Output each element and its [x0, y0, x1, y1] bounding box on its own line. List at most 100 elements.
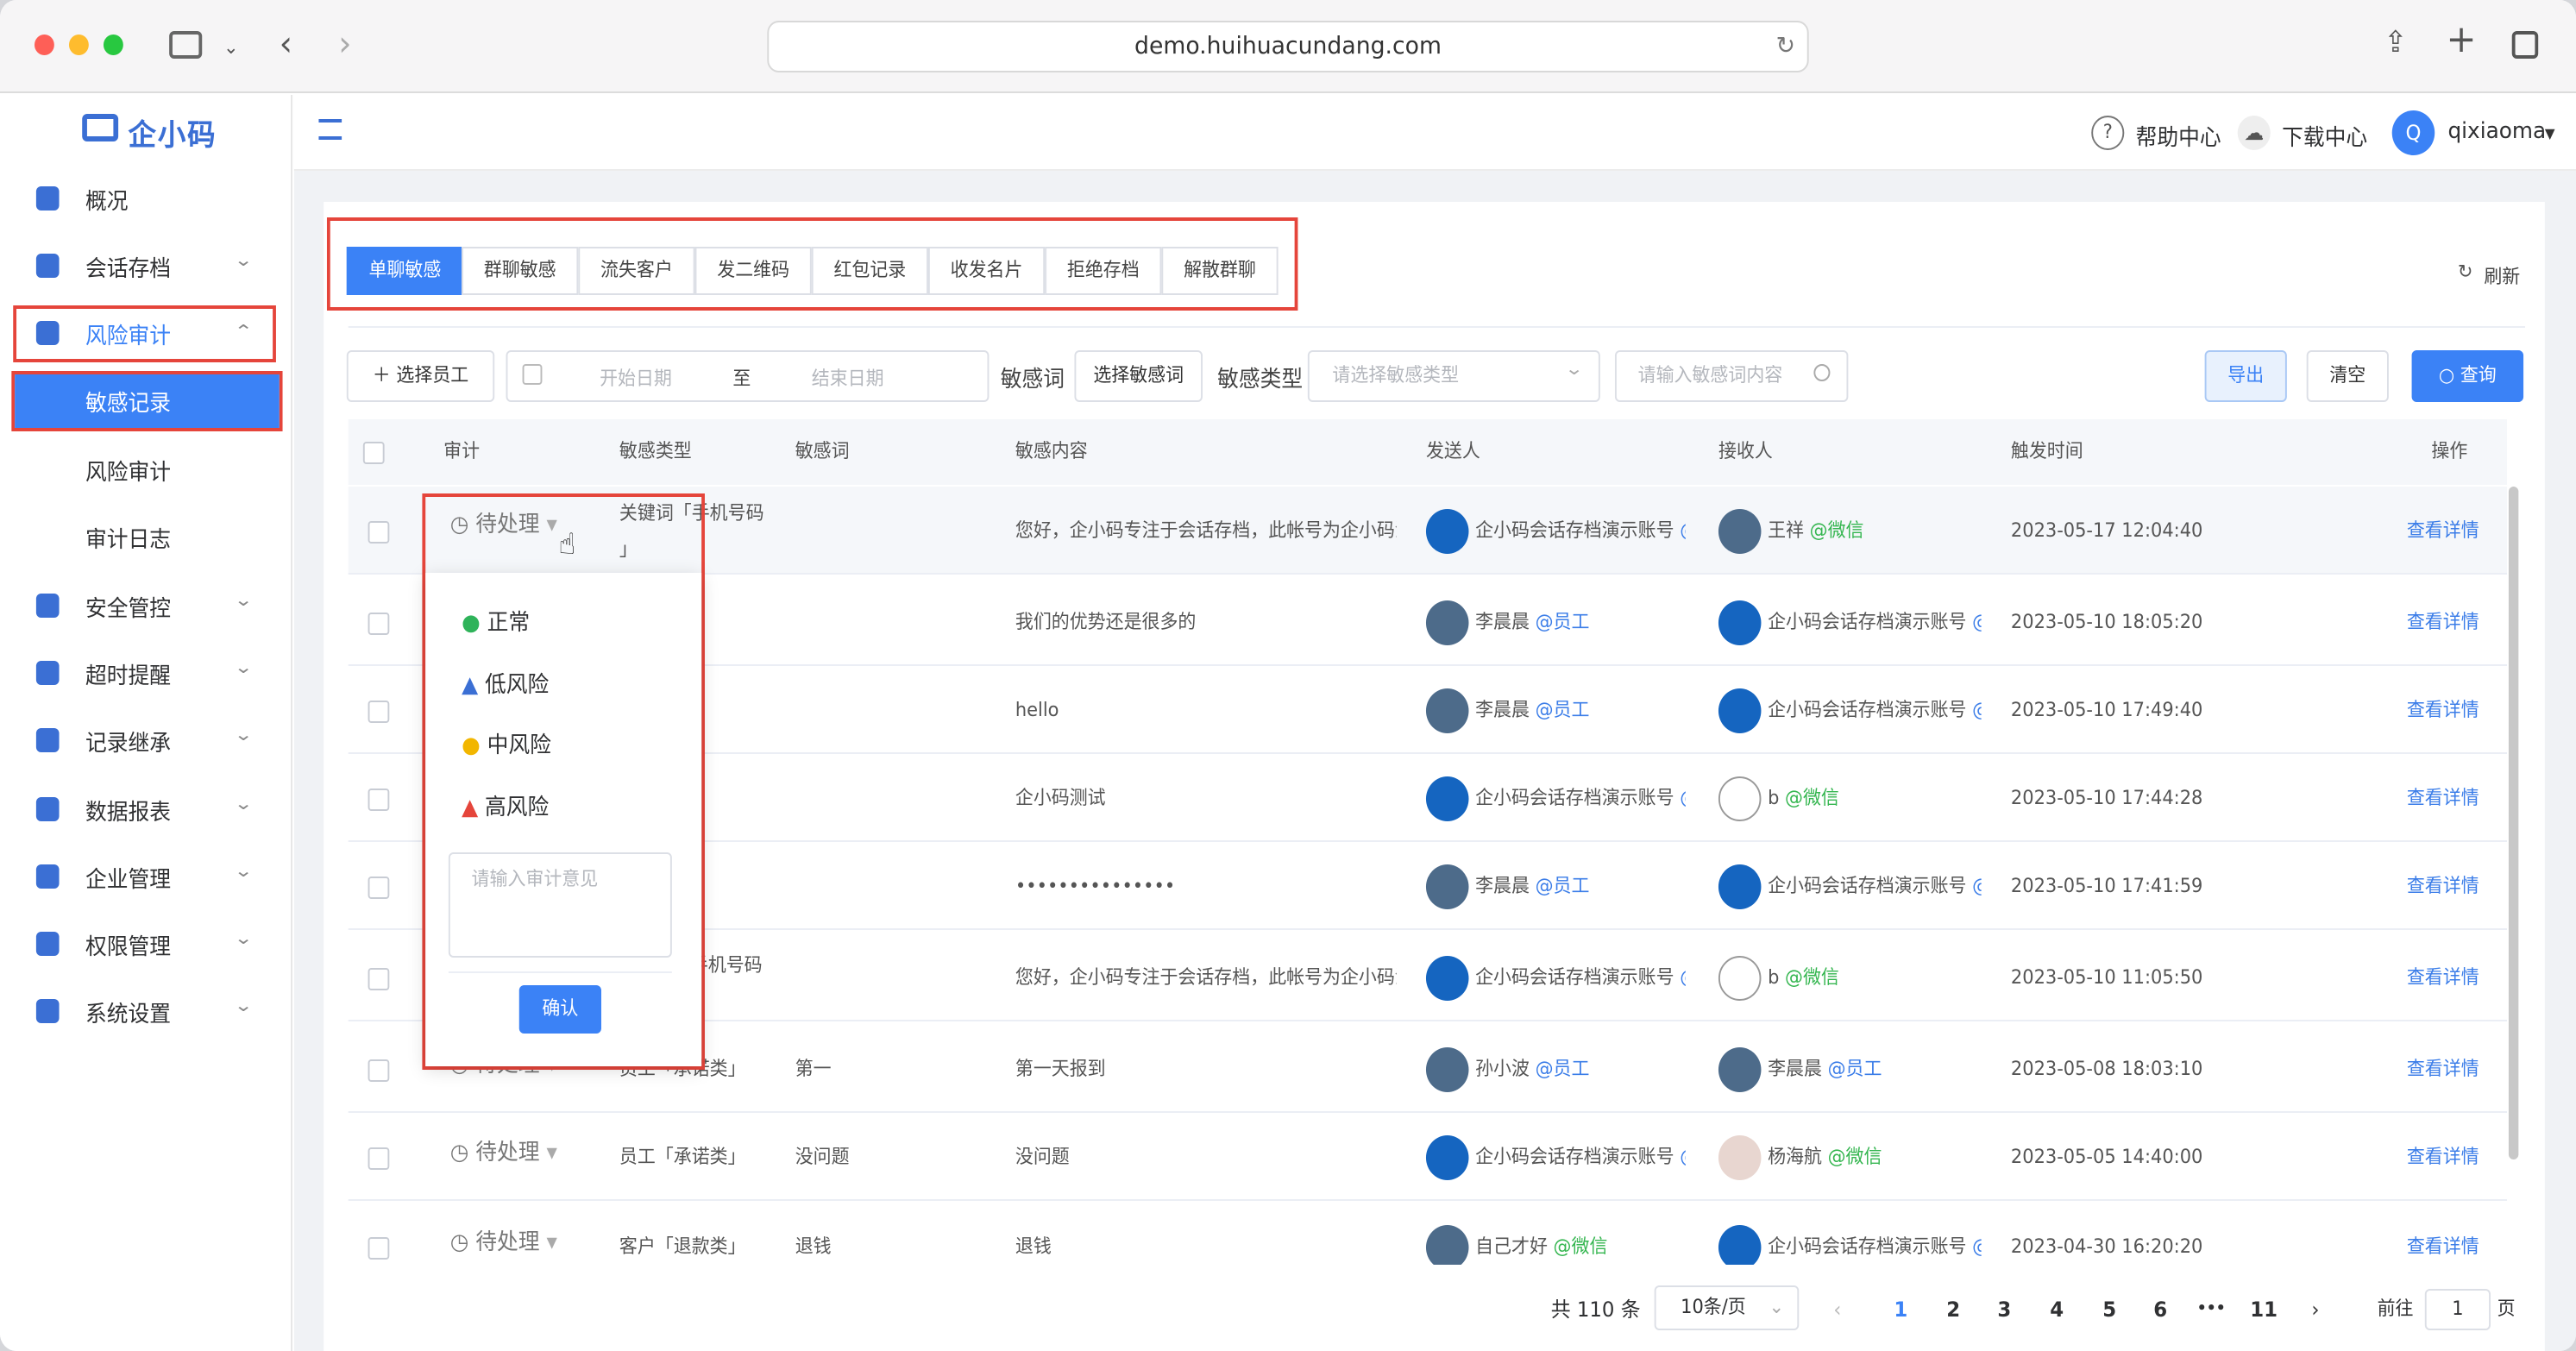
sidebar-item-risk-audit[interactable]: 风险审计 ⌄: [0, 305, 292, 361]
view-details-link[interactable]: 查看详情: [2407, 1113, 2479, 1201]
bolt-icon: ●: [462, 733, 487, 759]
page-11[interactable]: 11: [2247, 1292, 2280, 1327]
trigger-time: 2023-05-10 17:41:59: [2010, 875, 2203, 897]
download-center-link[interactable]: 下载中心: [2282, 119, 2367, 152]
view-details-link[interactable]: 查看详情: [2407, 933, 2479, 1021]
tab-refuse-archive[interactable]: 拒绝存档: [1045, 247, 1162, 295]
caret-down-icon[interactable]: ▼: [2545, 126, 2555, 141]
sidebar-item-overview[interactable]: 概况: [0, 171, 292, 226]
end-date-input[interactable]: 结束日期: [812, 364, 884, 392]
sidebar-item-timeout-reminder[interactable]: 超时提醒 ⌄: [0, 645, 292, 701]
forward-icon[interactable]: ›: [338, 26, 351, 60]
share-icon[interactable]: ⇪: [2384, 28, 2407, 59]
tab-business-card[interactable]: 收发名片: [927, 247, 1046, 295]
page-ellipsis[interactable]: •••: [2191, 1292, 2231, 1327]
cloud-download-icon[interactable]: ☁: [2237, 116, 2271, 150]
view-details-link[interactable]: 查看详情: [2407, 1203, 2479, 1265]
username[interactable]: qixiaoma: [2447, 119, 2546, 145]
refresh-icon[interactable]: ↻: [2458, 261, 2473, 283]
select-staff-button[interactable]: ＋ 选择员工: [346, 350, 495, 402]
row-checkbox[interactable]: [368, 877, 390, 899]
confirm-button[interactable]: 确认: [518, 985, 601, 1034]
help-center-link[interactable]: 帮助中心: [2136, 119, 2221, 152]
tab-red-packet[interactable]: 红包记录: [811, 247, 928, 295]
view-details-link[interactable]: 查看详情: [2407, 842, 2479, 930]
export-button[interactable]: 导出: [2204, 350, 2287, 402]
goto-page-input[interactable]: 1: [2424, 1289, 2491, 1330]
tab-lost-customers[interactable]: 流失客户: [578, 247, 695, 295]
page-size-select[interactable]: 10条/页 ⌄: [1654, 1285, 1800, 1330]
new-tab-icon[interactable]: +: [2447, 22, 2477, 60]
sidebar-item-session-archive[interactable]: 会话存档 ⌄: [0, 238, 292, 293]
next-page-icon[interactable]: ›: [2311, 1292, 2319, 1327]
view-details-link[interactable]: 查看详情: [2407, 487, 2479, 575]
option-high-risk[interactable]: ▲ 高风险: [462, 789, 549, 821]
view-details-link[interactable]: 查看详情: [2407, 578, 2479, 666]
tab-private-sensitive[interactable]: 单聊敏感: [346, 247, 464, 295]
receiver-avatar: [1718, 600, 1762, 645]
table-scrollbar[interactable]: [2508, 487, 2519, 1159]
help-icon[interactable]: ?: [2091, 116, 2125, 150]
chevron-down-icon[interactable]: ⌄: [223, 33, 239, 64]
sender-name: 企小码会话存档演示账号 @: [1475, 787, 1686, 809]
page-6[interactable]: 6: [2149, 1292, 2172, 1327]
sidebar-item-reports[interactable]: 数据报表 ⌄: [0, 782, 292, 837]
sender-name: 自己才好 @微信: [1475, 1235, 1608, 1258]
tab-qrcode[interactable]: 发二维码: [694, 247, 812, 295]
tab-group-sensitive[interactable]: 群聊敏感: [462, 247, 579, 295]
option-normal[interactable]: ● 正常: [462, 604, 530, 637]
tabs-overview-icon[interactable]: [2511, 31, 2539, 59]
page-3[interactable]: 3: [1993, 1292, 2016, 1327]
sidebar-item-permissions[interactable]: 权限管理 ⌄: [0, 916, 292, 971]
row-checkbox[interactable]: [368, 613, 390, 635]
select-word-button[interactable]: 选择敏感词: [1074, 350, 1203, 402]
avatar[interactable]: Q: [2391, 110, 2435, 155]
minimize-window-button[interactable]: [68, 35, 89, 55]
back-icon[interactable]: ‹: [280, 26, 292, 60]
sidebar-item-sensitive-records[interactable]: 敏感记录: [15, 374, 280, 428]
sensitive-word-label: 敏感词: [1000, 368, 1065, 393]
zoom-window-button[interactable]: [103, 35, 123, 55]
view-details-link[interactable]: 查看详情: [2407, 666, 2479, 754]
sidebar-item-enterprise[interactable]: 企业管理 ⌄: [0, 849, 292, 904]
sidebar-item-security[interactable]: 安全管控 ⌄: [0, 578, 292, 633]
sensitive-content: 您好，企小码专注于会话存档，此帐号为企小码演: [1015, 519, 1397, 542]
view-details-link[interactable]: 查看详情: [2407, 1025, 2479, 1113]
row-checkbox[interactable]: [368, 1059, 390, 1082]
chevron-down-icon: ⌄: [233, 930, 253, 949]
row-checkbox[interactable]: [368, 789, 390, 811]
tab-dissolve-group[interactable]: 解散群聊: [1161, 247, 1279, 295]
row-checkbox[interactable]: [368, 1147, 390, 1170]
page-4[interactable]: 4: [2045, 1292, 2069, 1327]
reload-icon[interactable]: ↻: [1776, 31, 1795, 62]
address-bar[interactable]: demo.huihuacundang.com: [767, 21, 1809, 72]
audit-status-dropdown[interactable]: ◷ 待处理 ▾: [450, 1203, 557, 1265]
row-checkbox[interactable]: [368, 701, 390, 723]
view-details-link[interactable]: 查看详情: [2407, 754, 2479, 842]
start-date-input[interactable]: 开始日期: [600, 364, 672, 392]
sidebar-item-risk-audit-sub[interactable]: 风险审计: [0, 442, 292, 497]
page-2[interactable]: 2: [1942, 1292, 1965, 1327]
option-low-risk[interactable]: ▲ 低风险: [462, 666, 549, 699]
clear-button[interactable]: 清空: [2306, 350, 2389, 402]
row-checkbox[interactable]: [368, 968, 390, 990]
sidebar-item-settings[interactable]: 系统设置 ⌄: [0, 983, 292, 1039]
audit-status-dropdown[interactable]: ◷ 待处理 ▾: [450, 1109, 557, 1197]
option-medium-risk[interactable]: ● 中风险: [462, 726, 551, 759]
sidebar-toggle-icon[interactable]: [169, 31, 203, 59]
sensitive-type-select[interactable]: 请选择敏感类型: [1307, 350, 1600, 402]
sidebar-item-audit-log[interactable]: 审计日志: [0, 509, 292, 564]
page-1[interactable]: 1: [1889, 1292, 1913, 1327]
close-window-button[interactable]: [34, 35, 54, 55]
sensitive-content-input[interactable]: 请输入敏感词内容: [1614, 350, 1849, 402]
audit-opinion-textarea[interactable]: 请输入审计意见: [448, 852, 672, 958]
sidebar-item-record-inherit[interactable]: 记录继承 ⌄: [0, 713, 292, 768]
row-checkbox[interactable]: [368, 521, 390, 544]
refresh-button[interactable]: 刷新: [2484, 262, 2520, 290]
select-all-checkbox[interactable]: [362, 442, 385, 464]
row-checkbox[interactable]: [368, 1237, 390, 1260]
query-button[interactable]: ○ 查询: [2411, 350, 2524, 402]
page-5[interactable]: 5: [2098, 1292, 2121, 1327]
menu-collapse-icon[interactable]: [318, 119, 342, 140]
prev-page-icon[interactable]: ‹: [1833, 1292, 1841, 1327]
